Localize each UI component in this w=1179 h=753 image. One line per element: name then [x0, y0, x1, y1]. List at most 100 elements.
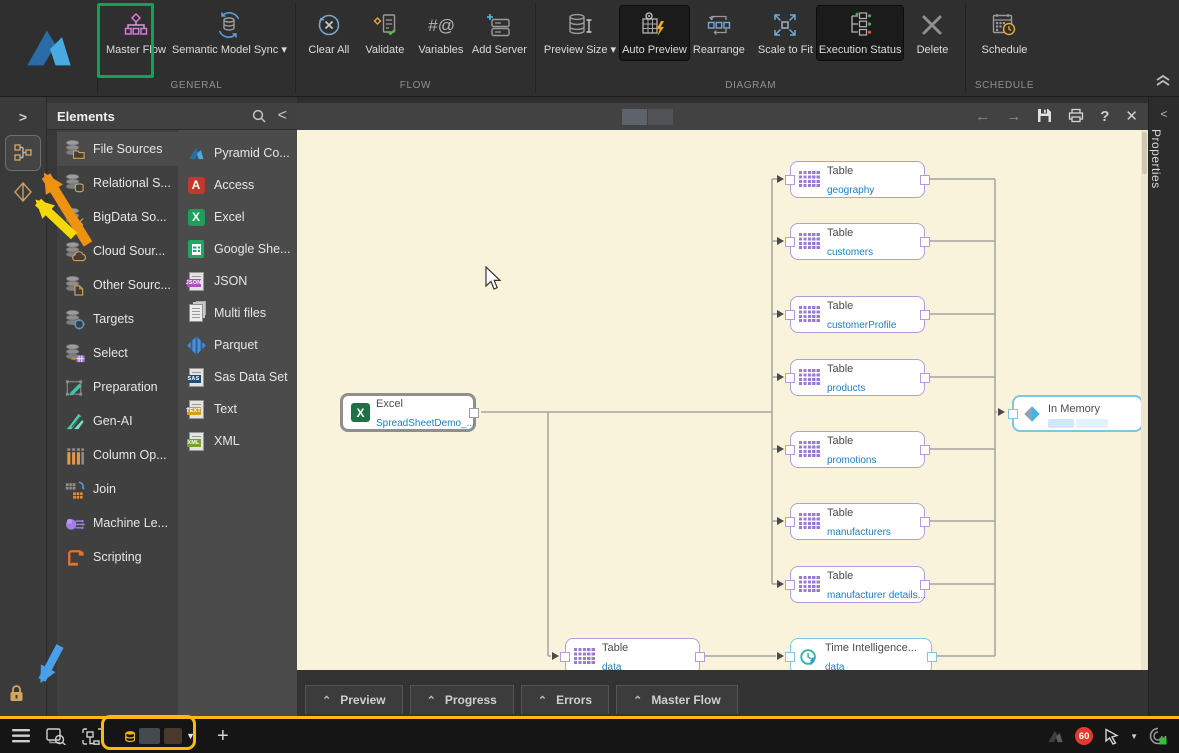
- file-type-google-sheets[interactable]: Google She...: [178, 233, 297, 265]
- add-server-button[interactable]: Add Server: [470, 6, 529, 60]
- pointer-tool-icon[interactable]: [1104, 728, 1119, 745]
- category-column-operations[interactable]: Column Op...: [57, 438, 178, 472]
- node-time-intelligence[interactable]: Time Intelligence... data: [790, 638, 932, 670]
- menu-icon[interactable]: [12, 729, 30, 743]
- find-content-icon[interactable]: [46, 728, 66, 745]
- file-type-sas[interactable]: SAS Sas Data Set: [178, 361, 297, 393]
- category-relational-sources[interactable]: Relational S...: [57, 166, 178, 200]
- new-document-button[interactable]: +: [217, 725, 229, 748]
- delete-button[interactable]: Delete: [905, 6, 959, 60]
- data-flow-tool-button[interactable]: [5, 135, 41, 171]
- file-type-json[interactable]: JSON JSON: [178, 265, 297, 297]
- connection-status-icon[interactable]: [1149, 727, 1167, 745]
- collapse-panel-chevron-icon[interactable]: <: [278, 107, 287, 125]
- input-port[interactable]: [785, 445, 795, 455]
- node-in-memory-target[interactable]: In Memory: [1012, 395, 1143, 432]
- node-table[interactable]: Table manufacturer details...: [790, 566, 925, 603]
- category-file-sources[interactable]: File Sources: [57, 132, 178, 166]
- app-logo[interactable]: [0, 0, 97, 96]
- input-port[interactable]: [785, 517, 795, 527]
- input-port[interactable]: [1008, 409, 1018, 419]
- flow-diagram[interactable]: X Excel SpreadSheetDemo_... Table geogra…: [297, 130, 1148, 670]
- close-icon[interactable]: ✕: [1125, 109, 1138, 124]
- node-table[interactable]: Table customerProfile: [790, 296, 925, 333]
- save-icon[interactable]: [1037, 108, 1052, 126]
- file-type-pyramid[interactable]: Pyramid Co...: [178, 137, 297, 169]
- bottom-panel-tab[interactable]: ⌃ Master Flow: [616, 685, 738, 714]
- help-icon[interactable]: ?: [1100, 109, 1109, 124]
- canvas-scrollbar[interactable]: [1141, 130, 1148, 670]
- output-port[interactable]: [920, 175, 930, 185]
- preview-size-button[interactable]: Preview Size ▾: [542, 6, 618, 60]
- node-table[interactable]: Table manufacturers: [790, 503, 925, 540]
- file-type-text[interactable]: TEXT Text: [178, 393, 297, 425]
- file-type-access[interactable]: A Access: [178, 169, 297, 201]
- document-dropdown-caret-icon[interactable]: ▼: [186, 731, 195, 741]
- file-type-parquet[interactable]: Parquet: [178, 329, 297, 361]
- notification-badge[interactable]: 60: [1075, 727, 1093, 745]
- ribbon-collapse-chevron-icon[interactable]: [1155, 73, 1171, 92]
- output-port[interactable]: [920, 310, 930, 320]
- scale-to-fit-button[interactable]: Scale to Fit: [756, 6, 815, 60]
- forward-icon[interactable]: →: [1006, 109, 1021, 124]
- node-excel-source[interactable]: X Excel SpreadSheetDemo_...: [340, 393, 476, 432]
- back-icon[interactable]: ←: [975, 109, 990, 124]
- lock-icon[interactable]: [8, 684, 25, 708]
- node-table[interactable]: Table products: [790, 359, 925, 396]
- category-bigdata-sources[interactable]: BigData So...: [57, 200, 178, 234]
- bottom-panel-tab[interactable]: ⌃ Progress: [410, 685, 514, 714]
- properties-panel-label[interactable]: Properties: [1149, 129, 1163, 189]
- output-port[interactable]: [695, 652, 705, 662]
- variables-button[interactable]: #@ Variables: [414, 6, 468, 60]
- input-port[interactable]: [785, 237, 795, 247]
- input-port[interactable]: [785, 652, 795, 662]
- expand-panel-chevron-icon[interactable]: >: [0, 109, 46, 125]
- node-table[interactable]: Table customers: [790, 223, 925, 260]
- output-port[interactable]: [920, 580, 930, 590]
- bottom-panel-tab[interactable]: ⌃ Preview: [305, 685, 403, 714]
- output-port[interactable]: [920, 445, 930, 455]
- auto-preview-button[interactable]: Auto Preview: [620, 6, 689, 60]
- category-gen-ai[interactable]: Gen-AI: [57, 404, 178, 438]
- print-icon[interactable]: [1068, 108, 1084, 126]
- input-port[interactable]: [785, 175, 795, 185]
- category-scripting[interactable]: Scripting: [57, 540, 178, 574]
- status-dropdown-caret-icon[interactable]: ▼: [1130, 732, 1138, 741]
- output-port[interactable]: [920, 517, 930, 527]
- input-port[interactable]: [560, 652, 570, 662]
- category-other-sources[interactable]: Other Sourc...: [57, 268, 178, 302]
- schedule-button[interactable]: Schedule: [972, 6, 1036, 60]
- node-table-data[interactable]: Table data: [565, 638, 700, 670]
- rearrange-button[interactable]: Rearrange: [691, 6, 747, 60]
- input-port[interactable]: [785, 580, 795, 590]
- execution-status-button[interactable]: Execution Status: [817, 6, 904, 60]
- input-port[interactable]: [785, 373, 795, 383]
- pyramid-status-icon[interactable]: [1047, 728, 1064, 745]
- node-table[interactable]: Table promotions: [790, 431, 925, 468]
- category-machine-learning[interactable]: Machine Le...: [57, 506, 178, 540]
- search-icon[interactable]: [252, 109, 266, 123]
- output-port[interactable]: [920, 237, 930, 247]
- category-join[interactable]: Join: [57, 472, 178, 506]
- category-preparation[interactable]: Preparation: [57, 370, 178, 404]
- clear-all-button[interactable]: Clear All: [302, 6, 356, 60]
- output-port[interactable]: [927, 652, 937, 662]
- category-cloud-sources[interactable]: Cloud Sour...: [57, 234, 178, 268]
- category-select[interactable]: Select: [57, 336, 178, 370]
- model-tool-button[interactable]: [5, 177, 41, 207]
- flow-document-icon[interactable]: [82, 728, 103, 745]
- properties-expand-chevron-icon[interactable]: <: [1149, 107, 1179, 121]
- semantic-model-sync-button[interactable]: Semantic Model Sync ▾: [170, 6, 289, 60]
- active-document-tab[interactable]: ▼: [119, 723, 201, 749]
- file-type-xml[interactable]: XML XML: [178, 425, 297, 457]
- node-table[interactable]: Table geography: [790, 161, 925, 198]
- input-port[interactable]: [785, 310, 795, 320]
- bottom-panel-tab[interactable]: ⌃ Errors: [521, 685, 609, 714]
- file-type-multi-files[interactable]: Multi files: [178, 297, 297, 329]
- category-targets[interactable]: Targets: [57, 302, 178, 336]
- file-type-excel[interactable]: X Excel: [178, 201, 297, 233]
- output-port[interactable]: [920, 373, 930, 383]
- output-port[interactable]: [469, 408, 479, 418]
- validate-button[interactable]: Validate: [358, 6, 412, 60]
- master-flow-button[interactable]: Master Flow: [104, 6, 168, 60]
